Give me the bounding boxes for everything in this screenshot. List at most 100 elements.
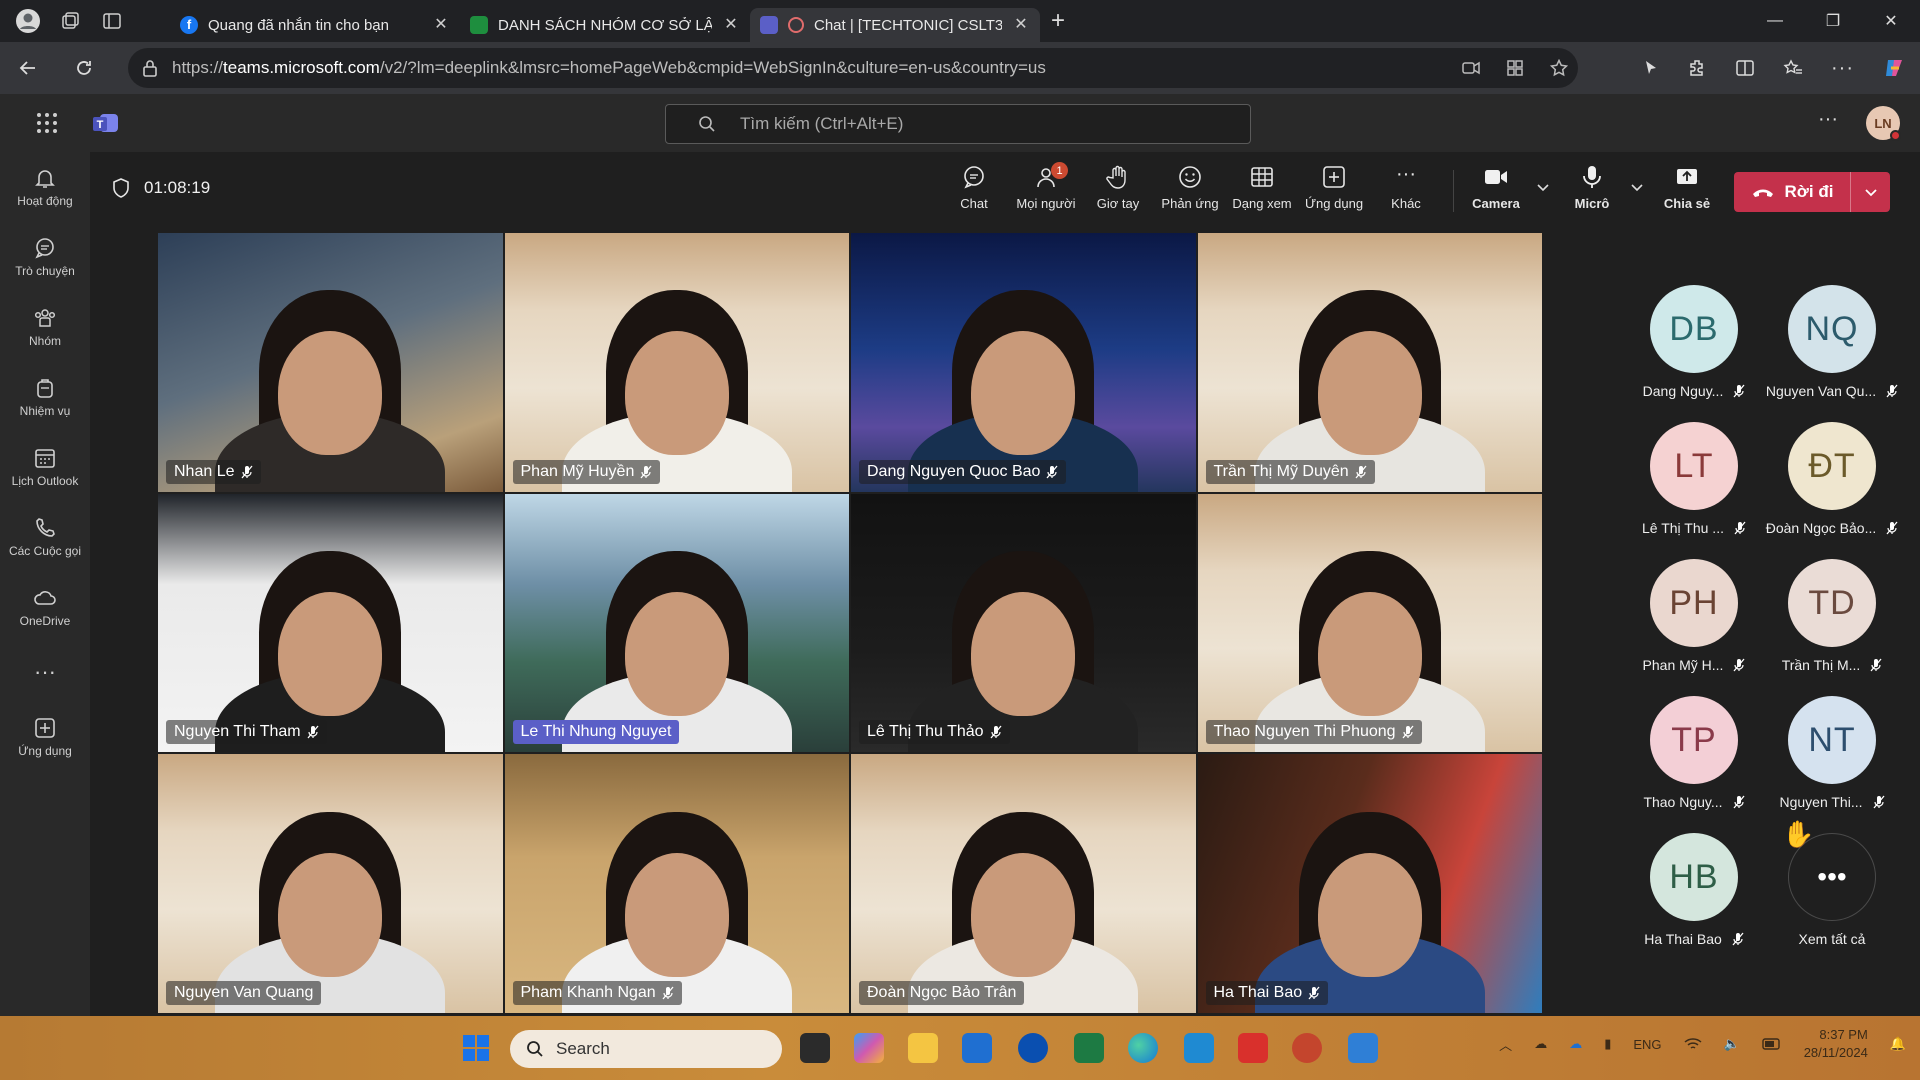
vscode-icon[interactable]: [1184, 1033, 1214, 1063]
view-button[interactable]: Dạng xem: [1227, 164, 1297, 211]
video-tile[interactable]: Dang Nguyen Quoc Bao: [851, 233, 1196, 492]
rail-calls[interactable]: Các Cuộc gọi: [0, 502, 90, 572]
leave-main[interactable]: Rời đi: [1734, 182, 1850, 202]
rail-teams[interactable]: Nhóm: [0, 292, 90, 362]
browser-tab-teams[interactable]: Chat | [TECHTONIC] CSLT3 | M ✕: [750, 8, 1040, 42]
video-tile[interactable]: Phan Mỹ Huyền: [504, 233, 849, 492]
react-button[interactable]: Phản ứng: [1155, 164, 1225, 211]
my-avatar[interactable]: LN: [1866, 106, 1901, 141]
windows-start-icon[interactable]: [462, 1034, 490, 1062]
edge-icon[interactable]: [1128, 1033, 1158, 1063]
video-tile[interactable]: Nhan Le: [158, 233, 503, 492]
roster-participant[interactable]: NQ Nguyen Van Qu...: [1763, 285, 1901, 415]
more-options-icon[interactable]: ···: [1831, 57, 1854, 80]
video-tile[interactable]: Ha Thai Bao: [1197, 754, 1542, 1013]
wps-office-icon[interactable]: [1238, 1033, 1268, 1063]
roster-participant[interactable]: TP Thao Nguy...: [1625, 696, 1763, 826]
cloud-sync-icon[interactable]: ☁: [1569, 1036, 1582, 1052]
tray-app-icon[interactable]: ▮: [1604, 1036, 1611, 1052]
camera-button[interactable]: Camera: [1461, 164, 1531, 211]
video-tile[interactable]: Nguyen Van Quang: [158, 754, 503, 1013]
store-icon[interactable]: [962, 1033, 992, 1063]
video-tile[interactable]: Pham Khanh Ngan: [504, 754, 849, 1013]
close-tab-icon[interactable]: ✕: [1012, 16, 1030, 34]
copilot-icon[interactable]: [1882, 56, 1906, 80]
file-explorer-icon[interactable]: [908, 1033, 938, 1063]
camera-options-chevron-icon[interactable]: [1536, 182, 1550, 192]
teams-search-input[interactable]: Tìm kiếm (Ctrl+Alt+E): [665, 104, 1251, 144]
leave-button[interactable]: Rời đi: [1734, 172, 1890, 212]
leave-options-chevron-icon[interactable]: [1850, 172, 1890, 212]
split-screen-icon[interactable]: [1735, 59, 1755, 77]
apps-button[interactable]: Ứng dụng: [1299, 164, 1369, 211]
favorites-icon[interactable]: [1783, 59, 1803, 77]
video-tile[interactable]: Le Thi Nhung Nguyet: [504, 493, 849, 753]
video-tile[interactable]: Nguyen Thi Tham: [158, 493, 503, 753]
roster-participant[interactable]: TD Trần Thị M...: [1763, 559, 1901, 689]
more-button[interactable]: ··· Khác: [1371, 164, 1441, 211]
rail-calendar[interactable]: Lịch Outlook: [0, 432, 90, 502]
copilot-app-icon[interactable]: [854, 1033, 884, 1063]
rail-tasks[interactable]: Nhiệm vụ: [0, 362, 90, 432]
notepad-icon[interactable]: [1348, 1033, 1378, 1063]
rail-more[interactable]: ···: [0, 642, 90, 702]
app-launcher-icon[interactable]: [36, 112, 58, 134]
refresh-button[interactable]: [56, 58, 112, 78]
workspaces-icon[interactable]: [56, 7, 84, 35]
video-tile[interactable]: Thao Nguyen Thi Phuong: [1197, 493, 1542, 753]
maximize-button[interactable]: ❐: [1804, 0, 1862, 42]
close-tab-icon[interactable]: ✕: [722, 16, 740, 34]
rail-onedrive[interactable]: OneDrive: [0, 572, 90, 642]
close-tab-icon[interactable]: ✕: [432, 16, 450, 34]
notification-bell-icon[interactable]: 🔔: [1890, 1036, 1906, 1052]
tab-actions-icon[interactable]: [98, 7, 126, 35]
excel-icon[interactable]: [1074, 1033, 1104, 1063]
raise-hand-button[interactable]: Giơ tay: [1083, 164, 1153, 211]
onedrive-tray-icon[interactable]: ☁: [1534, 1036, 1547, 1052]
mic-button[interactable]: Micrô: [1557, 164, 1627, 211]
taskbar-clock[interactable]: 8:37 PM 28/11/2024: [1804, 1026, 1868, 1062]
new-tab-button[interactable]: +: [1040, 7, 1076, 35]
close-window-button[interactable]: ✕: [1862, 0, 1920, 42]
roster-participant[interactable]: HB Ha Thai Bao: [1625, 833, 1763, 963]
hand-icon: [1106, 165, 1126, 189]
settings-more-icon[interactable]: ···: [1818, 108, 1838, 131]
roster-participant[interactable]: PH Phan Mỹ H...: [1625, 559, 1763, 689]
dell-icon[interactable]: [1018, 1033, 1048, 1063]
back-button[interactable]: [0, 58, 56, 78]
roster-participant[interactable]: ĐT Đoàn Ngọc Bảo...: [1763, 422, 1901, 552]
rail-chat[interactable]: Trò chuyện: [0, 222, 90, 292]
url-bar[interactable]: https://teams.microsoft.com/v2/?lm=deepl…: [128, 48, 1578, 88]
roster-participant[interactable]: LT Lê Thị Thu ...: [1625, 422, 1763, 552]
lock-icon[interactable]: [142, 59, 158, 77]
roster-participant[interactable]: NT Nguyen Thi...: [1763, 696, 1901, 826]
extensions-icon[interactable]: [1687, 58, 1707, 78]
video-tile[interactable]: Lê Thị Thu Thảo: [851, 493, 1196, 753]
rail-activity[interactable]: Hoạt động: [0, 152, 90, 222]
mic-options-chevron-icon[interactable]: [1630, 182, 1644, 192]
tray-chevron-up-icon[interactable]: ︿: [1499, 1035, 1512, 1054]
people-button[interactable]: 1 Mọi người: [1011, 162, 1081, 211]
roster-participant[interactable]: DB Dang Nguy...: [1625, 285, 1763, 415]
camera-permission-icon[interactable]: [1462, 61, 1480, 75]
app-available-icon[interactable]: [1506, 59, 1524, 77]
minimize-button[interactable]: —: [1746, 0, 1804, 42]
video-tile[interactable]: Trần Thị Mỹ Duyên: [1197, 233, 1542, 492]
taskbar-search[interactable]: Search: [510, 1030, 782, 1068]
chat-button[interactable]: Chat: [939, 164, 1009, 211]
rail-apps[interactable]: Ứng dụng: [0, 702, 90, 772]
favorite-star-icon[interactable]: [1550, 59, 1568, 77]
battery-icon[interactable]: [1762, 1038, 1782, 1050]
language-indicator[interactable]: ENG: [1633, 1037, 1661, 1052]
copilot-cursor-icon[interactable]: [1643, 59, 1659, 77]
browser-tab-sheets[interactable]: DANH SÁCH NHÓM CƠ SỞ LẬP T ✕: [460, 8, 750, 42]
share-button[interactable]: Chia sẻ: [1652, 164, 1722, 211]
profile-icon[interactable]: [14, 7, 42, 35]
browser-tab-facebook[interactable]: f Quang đã nhắn tin cho bạn ✕: [170, 8, 460, 42]
see-all-button[interactable]: ••• ✋ Xem tất cả: [1763, 819, 1901, 963]
task-view-icon[interactable]: [800, 1033, 830, 1063]
wifi-icon[interactable]: [1684, 1037, 1702, 1051]
video-tile[interactable]: Đoàn Ngọc Bảo Trân: [851, 754, 1196, 1013]
volume-icon[interactable]: 🔈: [1724, 1036, 1740, 1052]
powerpoint-icon[interactable]: [1292, 1033, 1322, 1063]
